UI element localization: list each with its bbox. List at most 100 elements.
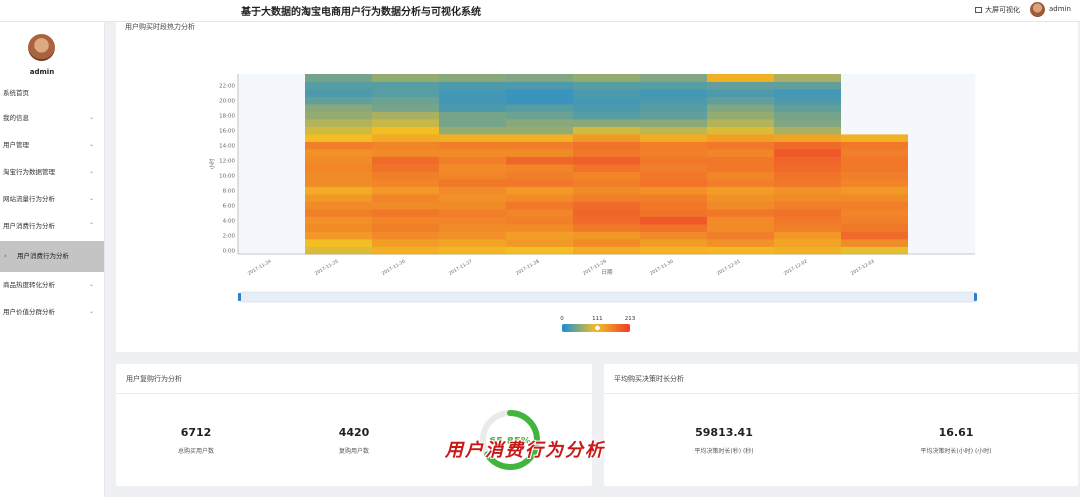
heatmap-cell — [372, 111, 440, 120]
heatmap-cell — [707, 119, 775, 127]
heatmap-cell — [439, 201, 507, 210]
avatar[interactable] — [1030, 2, 1045, 17]
sidebar-item-0[interactable]: 系统首页 — [0, 84, 104, 102]
heatmap-cell — [841, 96, 909, 105]
y-tick-label: 20:00 — [219, 98, 235, 104]
top-username[interactable]: admin — [1049, 5, 1071, 13]
heatmap-cell — [506, 179, 574, 187]
heatmap-cell — [640, 201, 708, 210]
data-zoom-handle-right[interactable] — [974, 293, 977, 301]
decision-time-card: 平均购买决策时长分析 59813.41 平均决策时长(秒) (秒) 16.61 … — [604, 364, 1078, 486]
heatmap-cell — [238, 96, 306, 105]
heatmap-cell — [908, 201, 976, 210]
heatmap-cell — [573, 74, 641, 82]
heatmap-cell — [908, 194, 976, 202]
sidebar-avatar — [28, 34, 55, 61]
app-title: 基于大数据的淘宝电商用户行为数据分析与可视化系统 — [241, 7, 481, 18]
sidebar-item-5[interactable]: 用户消费行为分析 ⌃ — [0, 217, 104, 235]
heatmap-cell — [439, 186, 507, 195]
chevron-down-icon: ⌄ — [89, 141, 95, 148]
heatmap-cell — [506, 246, 574, 255]
heatmap-cell — [238, 156, 306, 165]
heatmap-cell — [439, 171, 507, 180]
y-tick-label: 16:00 — [219, 128, 235, 134]
heatmap-cell — [640, 141, 708, 150]
heatmap-cell — [305, 209, 373, 217]
heatmap-cell — [305, 74, 373, 82]
heatmap-cell — [573, 239, 641, 247]
chevron-down-icon: ⌄ — [89, 114, 95, 121]
heatmap-cell — [774, 111, 842, 120]
heatmap-cell — [573, 186, 641, 195]
sidebar-item-7[interactable]: 商品热度转化分析 ⌄ — [0, 276, 104, 294]
video-caption-overlay: 用户消费行为分析 — [445, 440, 605, 461]
data-zoom-handle-left[interactable] — [238, 293, 241, 301]
visual-map-handle[interactable] — [593, 324, 601, 332]
heatmap-cell — [573, 141, 641, 150]
chevron-up-icon: ⌃ — [89, 222, 95, 229]
sidebar-item-2[interactable]: 用户管理 ⌄ — [0, 136, 104, 154]
heatmap-cell — [774, 216, 842, 225]
sidebar-item-8[interactable]: 用户价值分群分析 ⌄ — [0, 303, 104, 321]
heatmap-cell — [238, 134, 306, 142]
data-zoom-slider[interactable] — [239, 291, 977, 303]
sidebar-item-1[interactable]: 我的信息 ⌄ — [0, 109, 104, 127]
repeat-card-title: 用户复购行为分析 — [126, 375, 182, 383]
y-tick-label: 2:00 — [223, 233, 236, 239]
x-tick-label: 2017-12-01 — [716, 258, 742, 276]
heatmap-cell — [774, 96, 842, 105]
heatmap-cell — [841, 104, 909, 112]
heatmap-cell — [774, 179, 842, 187]
heatmap-cell — [506, 126, 574, 135]
y-tick-label: 22:00 — [219, 83, 235, 89]
heatmap-cell — [640, 96, 708, 105]
heatmap-cell — [640, 126, 708, 135]
heatmap-cell — [506, 171, 574, 180]
heatmap-cell — [305, 134, 373, 142]
divider — [116, 393, 592, 394]
heatmap-cell — [506, 134, 574, 142]
heatmap-cell — [774, 171, 842, 180]
avg-seconds-label: 平均决策时长(秒) (秒) — [694, 448, 754, 455]
heatmap-cell — [573, 81, 641, 90]
heatmap-cell — [305, 156, 373, 165]
heatmap-cell — [774, 246, 842, 255]
heatmap-cell — [841, 216, 909, 225]
heatmap-cell — [707, 81, 775, 90]
heatmap-cell — [372, 81, 440, 90]
heatmap-cell — [439, 104, 507, 112]
heatmap-cell — [305, 89, 373, 97]
heatmap-cell — [707, 231, 775, 240]
heatmap-cell — [640, 209, 708, 217]
heatmap-cell — [305, 126, 373, 135]
y-axis-title: 小时 — [208, 158, 216, 170]
heatmap-cell — [439, 96, 507, 105]
visual-map-handle-label: 111 — [592, 316, 603, 322]
heatmap-cell — [439, 134, 507, 142]
heatmap-cell — [774, 201, 842, 210]
heatmap-cell — [774, 231, 842, 240]
heatmap-cell — [707, 216, 775, 225]
heatmap-cell — [774, 119, 842, 127]
big-screen-link[interactable]: 大屏可视化 — [975, 5, 1020, 15]
sidebar-item-label: 用户管理 — [3, 141, 29, 149]
sidebar-item-3[interactable]: 淘宝行为数据管理 ⌄ — [0, 163, 104, 181]
sidebar-item-6[interactable]: › 用户消费行为分析 — [0, 241, 104, 272]
heatmap-cell — [908, 209, 976, 217]
sidebar-item-4[interactable]: 网站流量行为分析 ⌄ — [0, 190, 104, 208]
heatmap-cell — [238, 216, 306, 225]
heatmap-cell — [372, 179, 440, 187]
heatmap-cell — [372, 171, 440, 180]
heatmap-cell — [573, 246, 641, 255]
y-tick-label: 14:00 — [219, 143, 235, 149]
heatmap-cell — [372, 239, 440, 247]
repeat-purchase-card: 用户复购行为分析 6712 总购买用户数 4420 复购用户数 65.85% — [116, 364, 592, 486]
heatmap-cell — [305, 96, 373, 105]
heatmap-cell — [238, 81, 306, 90]
heatmap-cell — [774, 224, 842, 232]
sidebar-item-label: 我的信息 — [3, 114, 29, 122]
heatmap-cell — [707, 149, 775, 157]
heatmap-cell — [439, 119, 507, 127]
heatmap-cell — [774, 164, 842, 172]
heatmap-cell — [841, 186, 909, 195]
